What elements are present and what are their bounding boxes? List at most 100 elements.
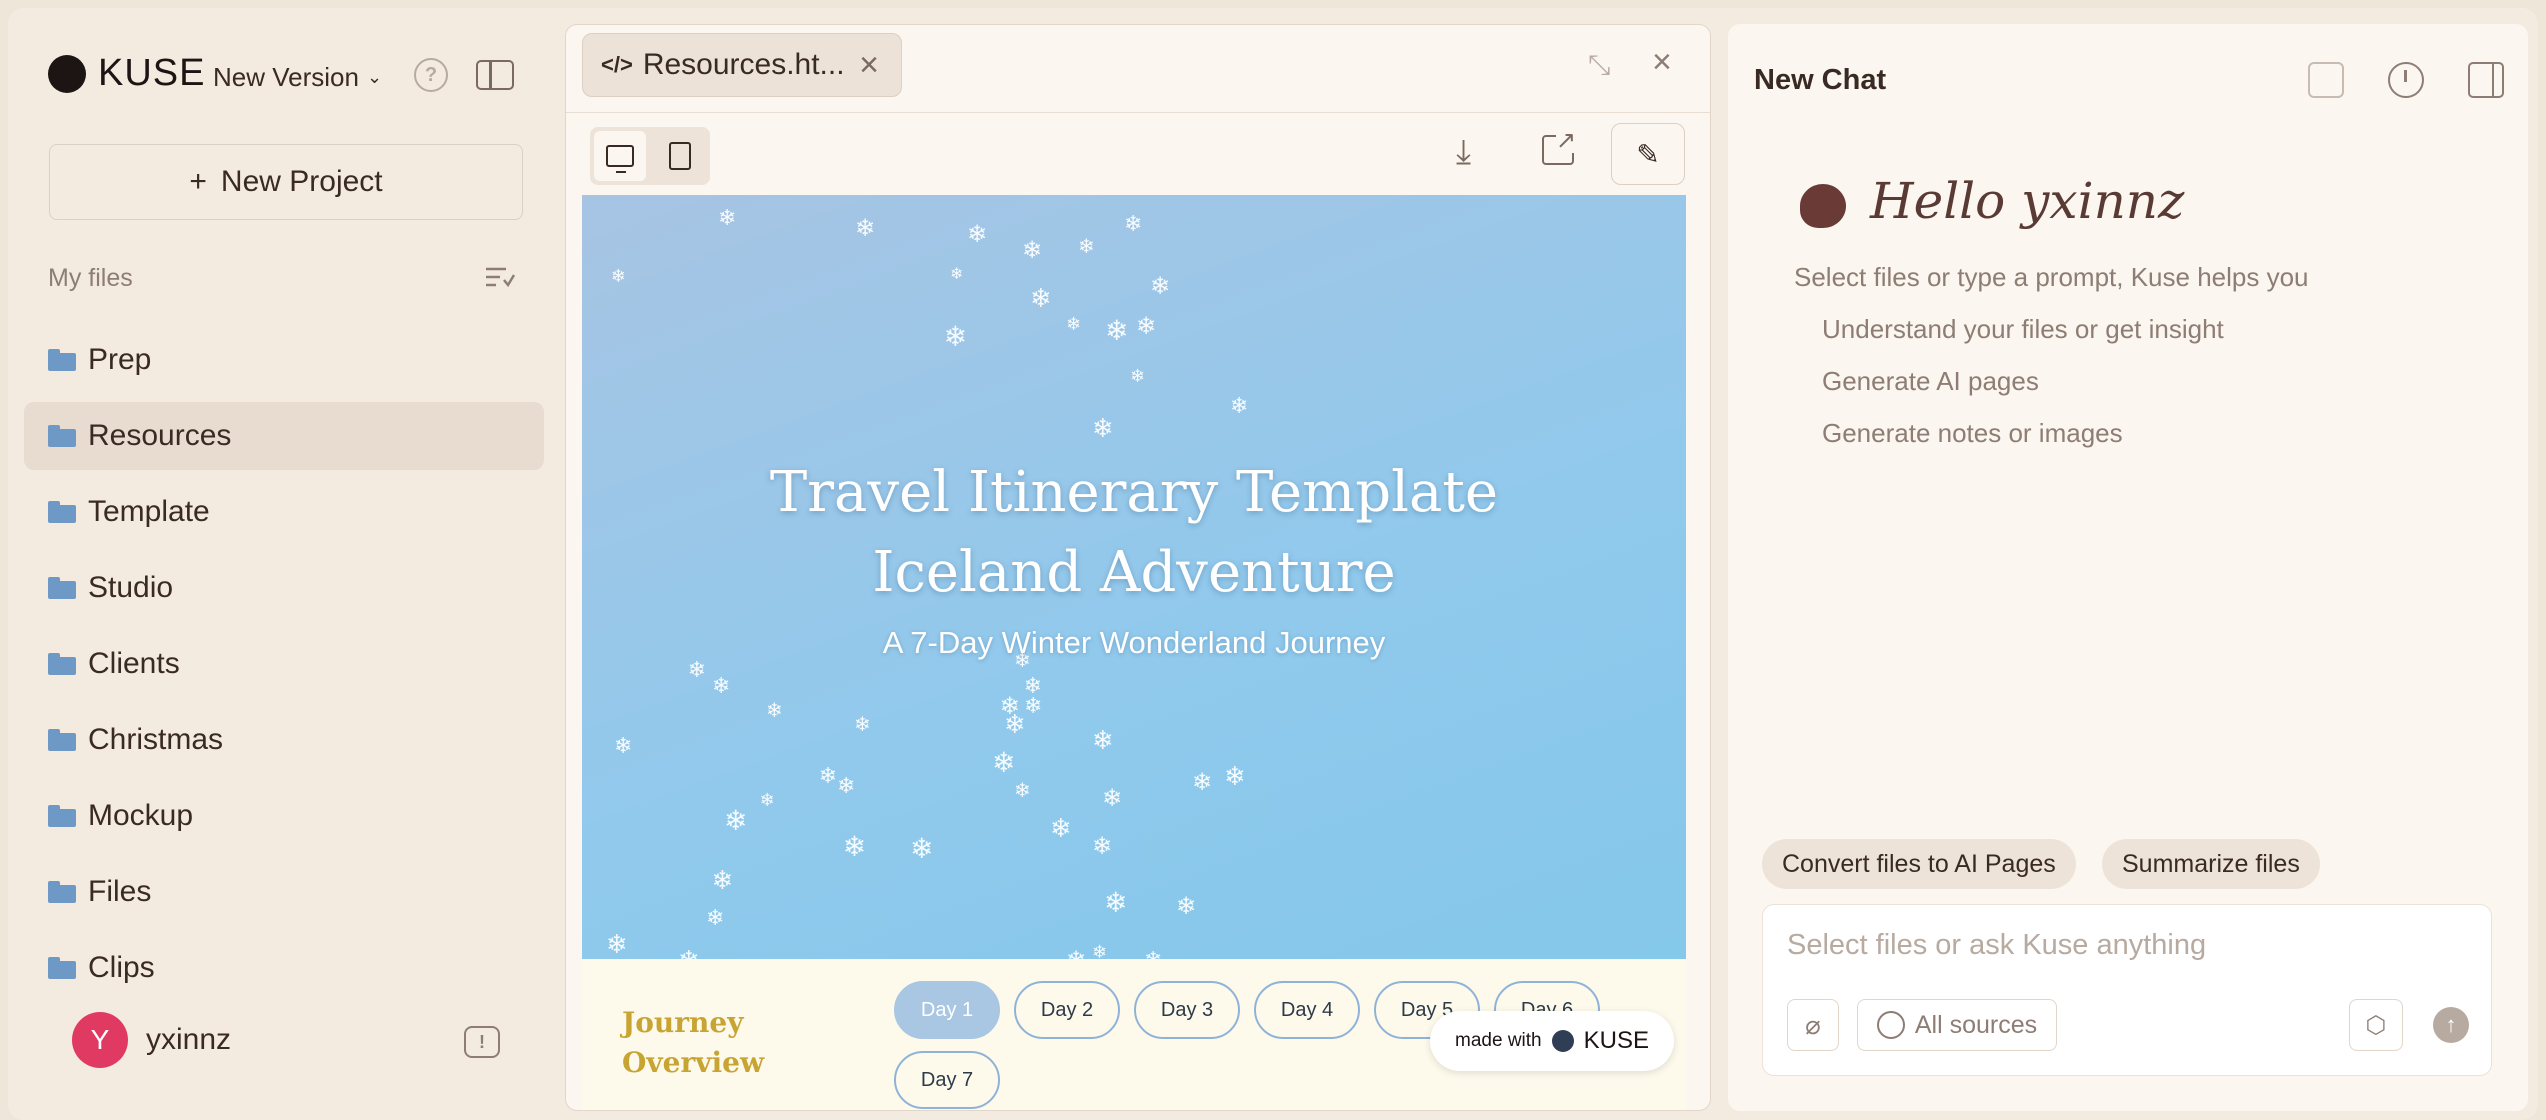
folder-item-christmas[interactable]: Christmas bbox=[24, 706, 544, 774]
chat-input[interactable]: Select files or ask Kuse anything bbox=[1787, 929, 2206, 962]
new-chat-icon[interactable] bbox=[2308, 62, 2344, 98]
edit-button[interactable]: ✎ bbox=[1611, 123, 1685, 185]
globe-icon bbox=[1876, 1011, 1905, 1039]
day-button-1[interactable]: Day 1 bbox=[894, 981, 1000, 1039]
snowflake-icon: ❄ bbox=[1136, 313, 1157, 340]
code-icon: </> bbox=[601, 52, 633, 77]
hero-banner: ❄ ❄ ❄ ❄ ❄ ❄ ❄ ❄ ❄ ❄ ❄ ❄ ❄ ❄ ❄ ❄ ❄ ❄ ❄ ❄ ❄ ❄ ❄ ❄ ❄ ❄ ❄ ❄ ❄ ❄ ❄ ❄ ❄ ❄ ❄ ❄ ❄ ❄ ❄ ❄… bbox=[582, 195, 1686, 959]
cube-icon: ⬡ bbox=[2365, 1011, 2387, 1039]
tab-resources-html[interactable]: </> Resources.ht... × bbox=[582, 33, 902, 97]
folder-icon bbox=[48, 425, 76, 447]
help-icon[interactable]: ? bbox=[414, 58, 448, 92]
logo-text: KUSE bbox=[98, 52, 206, 94]
chevron-down-icon: ⌄ bbox=[366, 67, 383, 87]
folder-label: Files bbox=[88, 875, 152, 908]
folder-item-studio[interactable]: Studio bbox=[24, 554, 544, 622]
my-files-heading: My files bbox=[48, 264, 133, 292]
kuse-logo[interactable]: KUSE bbox=[48, 52, 205, 95]
close-tab-icon[interactable]: × bbox=[859, 46, 879, 85]
version-selector[interactable]: New Version ⌄ bbox=[213, 62, 382, 93]
new-project-button[interactable]: + New Project bbox=[49, 144, 523, 220]
hint-generate-notes[interactable]: Generate notes or images bbox=[1822, 418, 2123, 449]
snowflake-icon: ❄ bbox=[1224, 761, 1246, 791]
day-button-4[interactable]: Day 4 bbox=[1254, 981, 1360, 1039]
snowflake-icon: ❄ bbox=[1066, 949, 1086, 960]
folder-item-template[interactable]: Template bbox=[24, 478, 544, 546]
avatar: Y bbox=[72, 1012, 128, 1068]
hint-understand[interactable]: Understand your files or get insight bbox=[1822, 314, 2224, 345]
folder-label: Mockup bbox=[88, 799, 194, 832]
preview-toolbar: ⤓ ✎ bbox=[566, 113, 1710, 195]
journey-overview-section: Journey Overview Day 1 Day 2 Day 3 Day 4… bbox=[582, 959, 1686, 1110]
snowflake-icon: ❄ bbox=[950, 266, 964, 283]
folder-label: Clips bbox=[88, 951, 155, 984]
snowflake-icon: ❄ bbox=[711, 865, 734, 895]
hint-generate-pages[interactable]: Generate AI pages bbox=[1822, 366, 2039, 397]
folder-item-prep[interactable]: Prep bbox=[24, 326, 544, 394]
snowflake-icon: ❄ bbox=[1092, 413, 1114, 443]
snowflake-icon: ❄ bbox=[687, 657, 707, 682]
folder-icon bbox=[48, 729, 76, 751]
toggle-sidebar-icon[interactable] bbox=[476, 60, 514, 90]
folder-list: Prep Resources Template Studio Clients C… bbox=[24, 326, 544, 1010]
snowflake-icon: ❄ bbox=[818, 763, 838, 788]
snowflake-icon: ❄ bbox=[766, 700, 783, 722]
folder-item-resources[interactable]: Resources bbox=[24, 402, 544, 470]
folder-icon bbox=[48, 653, 76, 675]
suggestion-convert-files[interactable]: Convert files to AI Pages bbox=[1762, 839, 2076, 889]
day-button-2[interactable]: Day 2 bbox=[1014, 981, 1120, 1039]
desktop-view-button[interactable] bbox=[594, 131, 646, 181]
snowflake-icon: ❄ bbox=[1230, 393, 1249, 418]
toggle-panel-icon[interactable] bbox=[2468, 62, 2504, 98]
close-panel-icon[interactable]: × bbox=[1652, 43, 1672, 82]
hero-subtitle: A 7-Day Winter Wonderland Journey bbox=[882, 625, 1386, 660]
folder-item-mockup[interactable]: Mockup bbox=[24, 782, 544, 850]
model-button[interactable]: ⬡ bbox=[2349, 999, 2403, 1051]
day-button-3[interactable]: Day 3 bbox=[1134, 981, 1240, 1039]
folder-icon bbox=[48, 577, 76, 599]
download-icon[interactable]: ⤓ bbox=[1456, 133, 1471, 172]
folder-item-clips[interactable]: Clips bbox=[24, 934, 544, 1002]
intro-text: Select files or type a prompt, Kuse help… bbox=[1794, 262, 2309, 292]
snowflake-icon: ❄ bbox=[1024, 693, 1043, 718]
snowflake-icon: ❄ bbox=[724, 805, 748, 836]
sources-button[interactable]: All sources bbox=[1857, 999, 2057, 1051]
day-button-7[interactable]: Day 7 bbox=[894, 1051, 1000, 1109]
snowflake-icon: ❄ bbox=[678, 947, 700, 959]
tab-bar: </> Resources.ht... × ⤡ × bbox=[566, 25, 1710, 113]
chat-composer: Select files or ask Kuse anything ⌀ All … bbox=[1762, 904, 2492, 1076]
snowflake-icon: ❄ bbox=[1124, 211, 1143, 236]
sort-filter-icon[interactable] bbox=[484, 264, 516, 292]
snowflake-icon: ❄ bbox=[1092, 725, 1114, 755]
snowflake-icon: ❄ bbox=[842, 831, 867, 862]
sidebar: KUSE New Version ⌄ ? + New Project My fi… bbox=[8, 8, 561, 1120]
send-button[interactable]: ↑ bbox=[2433, 1007, 2469, 1043]
folder-item-clients[interactable]: Clients bbox=[24, 630, 544, 698]
folder-icon bbox=[48, 349, 76, 371]
history-icon[interactable] bbox=[2388, 62, 2424, 98]
open-external-icon[interactable] bbox=[1542, 129, 1576, 165]
snowflake-icon: ❄ bbox=[606, 929, 628, 959]
folder-label: Clients bbox=[88, 647, 180, 680]
attach-button[interactable]: ⌀ bbox=[1787, 999, 1839, 1051]
chat-title: New Chat bbox=[1754, 64, 1887, 96]
minimize-icon[interactable]: ⤡ bbox=[1588, 49, 1610, 82]
snowflake-icon: ❄ bbox=[992, 747, 1016, 778]
snowflake-icon: ❄ bbox=[712, 673, 731, 698]
hero-title: Travel Itinerary Template Iceland Advent… bbox=[582, 453, 1686, 613]
made-with-kuse-badge[interactable]: made with KUSE bbox=[1430, 1011, 1674, 1071]
suggestion-summarize-files[interactable]: Summarize files bbox=[2102, 839, 2320, 889]
folder-item-files[interactable]: Files bbox=[24, 858, 544, 926]
snowflake-icon: ❄ bbox=[1078, 236, 1095, 258]
pencil-icon: ✎ bbox=[1636, 138, 1660, 170]
snowflake-icon: ❄ bbox=[1066, 314, 1082, 334]
journey-title-line-2: Overview bbox=[622, 1046, 765, 1079]
snowflake-icon: ❄ bbox=[1144, 949, 1162, 960]
snowflake-icon: ❄ bbox=[614, 733, 633, 758]
folder-label: Resources bbox=[88, 419, 232, 452]
user-profile[interactable]: Y yxinnz bbox=[72, 1012, 231, 1068]
feedback-icon[interactable]: ! bbox=[464, 1026, 500, 1058]
document-view-button[interactable] bbox=[654, 131, 706, 181]
snowflake-icon: ❄ bbox=[1105, 315, 1129, 346]
snowflake-icon: ❄ bbox=[1092, 942, 1108, 959]
